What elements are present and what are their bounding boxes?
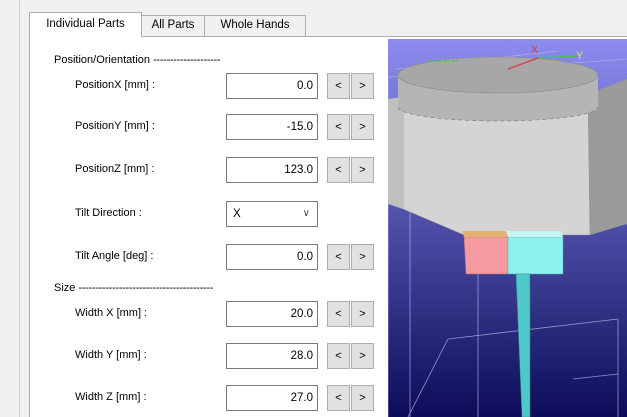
width-z-input[interactable]: 27.0 xyxy=(226,385,318,411)
tab-all-parts[interactable]: All Parts xyxy=(141,15,205,36)
tilt-angle-label: Tilt Angle [deg] : xyxy=(75,250,154,262)
size-section-dashes: ---------------------------------------- xyxy=(78,282,213,294)
width-y-input[interactable]: 28.0 xyxy=(226,343,318,369)
width-x-increment-button[interactable]: > xyxy=(351,301,374,327)
position-y-increment-button[interactable]: > xyxy=(351,114,374,140)
width-x-decrement-button[interactable]: < xyxy=(327,301,350,327)
cyan-part-top xyxy=(506,231,563,237)
tilt-angle-decrement-button[interactable]: < xyxy=(327,244,350,270)
tilt-angle-row: Tilt Angle [deg] : 0.0 < > xyxy=(30,244,390,270)
pink-part-top xyxy=(462,231,508,237)
tilt-direction-select[interactable]: X ∨ xyxy=(226,201,318,227)
position-y-row: PositionY [mm] : -15.0 < > xyxy=(30,114,390,140)
width-z-decrement-button[interactable]: < xyxy=(327,385,350,411)
position-y-input[interactable]: -15.0 xyxy=(226,114,318,140)
chevron-down-icon: ∨ xyxy=(302,208,310,219)
width-y-label: Width Y [mm] : xyxy=(75,349,147,361)
position-x-row: PositionX [mm] : 0.0 < > xyxy=(30,73,390,99)
window-edge xyxy=(19,0,20,417)
size-header: Size -----------------------------------… xyxy=(54,282,213,294)
tab-whole-hands[interactable]: Whole Hands xyxy=(204,15,306,36)
3d-viewport[interactable]: X Y xyxy=(388,39,627,417)
position-orientation-header: Position/Orientation -------------------… xyxy=(54,54,221,66)
tab-individual-parts[interactable]: Individual Parts xyxy=(29,12,142,37)
position-y-decrement-button[interactable]: < xyxy=(327,114,350,140)
width-x-input[interactable]: 20.0 xyxy=(226,301,318,327)
width-z-row: Width Z [mm] : 27.0 < > xyxy=(30,385,390,411)
width-y-row: Width Y [mm] : 28.0 < > xyxy=(30,343,390,369)
cylinder xyxy=(397,56,599,122)
width-x-label: Width X [mm] : xyxy=(75,307,148,319)
position-y-label: PositionY [mm] : xyxy=(75,120,155,132)
tilt-angle-input[interactable]: 0.0 xyxy=(226,244,318,270)
cylinder-top xyxy=(397,56,599,94)
tilt-direction-row: Tilt Direction : X ∨ xyxy=(30,201,390,227)
tilt-direction-value: X xyxy=(233,208,241,220)
cyan-part xyxy=(507,236,564,275)
x-axis-label: X xyxy=(531,44,539,56)
width-z-increment-button[interactable]: > xyxy=(351,385,374,411)
position-z-increment-button[interactable]: > xyxy=(351,157,374,183)
position-section-dashes: -------------------- xyxy=(153,54,221,66)
position-x-increment-button[interactable]: > xyxy=(351,73,374,99)
position-z-input[interactable]: 123.0 xyxy=(226,157,318,183)
position-x-label: PositionX [mm] : xyxy=(75,79,156,91)
position-x-input[interactable]: 0.0 xyxy=(226,73,318,99)
width-y-decrement-button[interactable]: < xyxy=(327,343,350,369)
y-axis-label: Y xyxy=(576,50,584,62)
width-x-row: Width X [mm] : 20.0 < > xyxy=(30,301,390,327)
width-z-label: Width Z [mm] : xyxy=(75,391,147,403)
3d-scene: X Y xyxy=(388,39,627,417)
position-z-label: PositionZ [mm] : xyxy=(75,163,155,175)
base-box-left-face xyxy=(388,97,403,209)
width-y-increment-button[interactable]: > xyxy=(351,343,374,369)
position-x-decrement-button[interactable]: < xyxy=(327,73,350,99)
size-section-title: Size xyxy=(54,282,76,294)
tilt-angle-increment-button[interactable]: > xyxy=(351,244,374,270)
app-window: Individual Parts All Parts Whole Hands P… xyxy=(0,0,627,417)
pink-part xyxy=(463,236,509,275)
tilt-direction-label: Tilt Direction : xyxy=(75,207,142,219)
position-section-title: Position/Orientation xyxy=(54,54,150,66)
position-z-decrement-button[interactable]: < xyxy=(327,157,350,183)
position-z-row: PositionZ [mm] : 123.0 < > xyxy=(30,157,390,183)
